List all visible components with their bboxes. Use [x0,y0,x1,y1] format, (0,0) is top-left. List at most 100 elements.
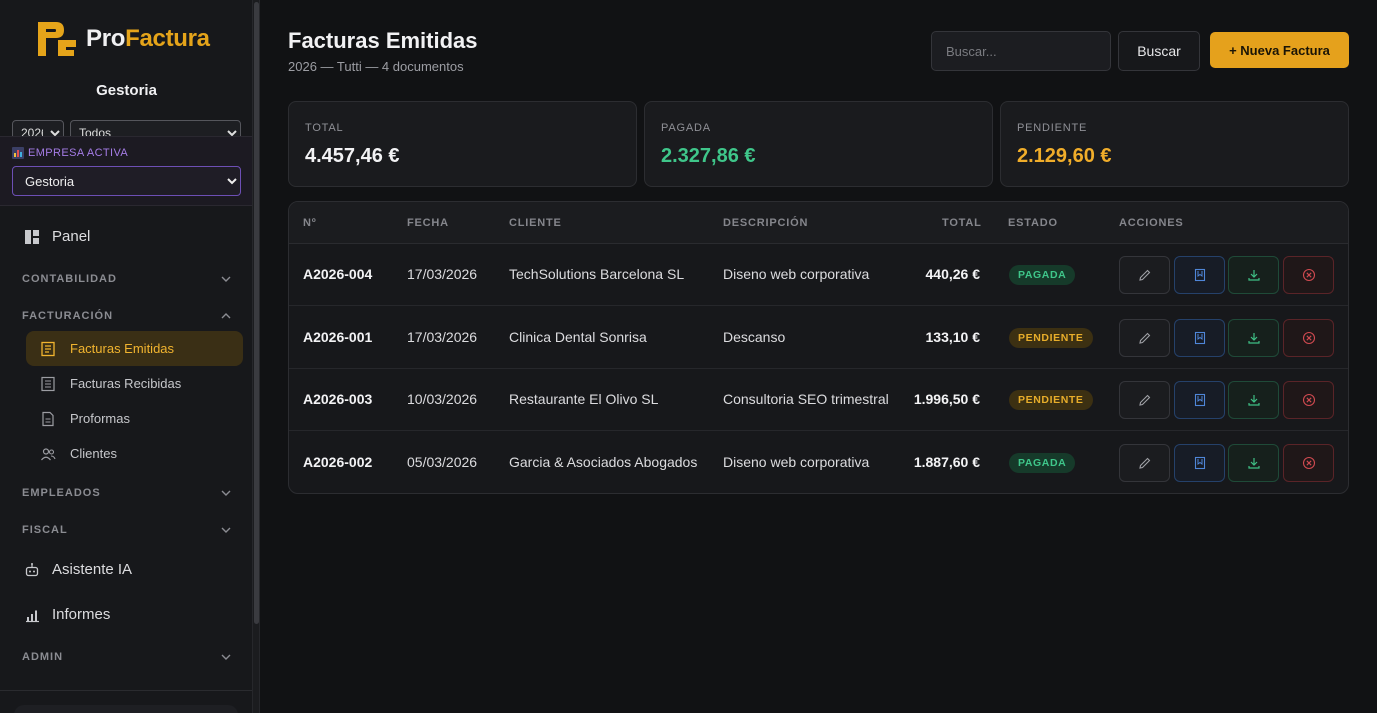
download-button[interactable] [1228,256,1279,294]
cell-total: 1.996,50 € [913,391,980,407]
delete-icon [1302,268,1315,282]
page-subtitle: 2026 — Tutti — 4 documentos [288,59,464,74]
cell-descripcion: Diseno web corporativa [723,453,870,470]
th-estado[interactable]: ESTADO [1008,217,1058,229]
chevron-down-icon [221,276,231,282]
nav-panel-label: Panel [52,228,91,245]
cell-num: A2026-002 [303,453,373,470]
cell-total: 440,26 € [925,266,981,282]
section-admin[interactable]: ADMIN [22,651,232,663]
edit-icon [1138,457,1150,469]
section-empleados[interactable]: EMPLEADOS [22,487,232,499]
delete-button[interactable] [1283,443,1334,482]
brand-name-factura: Factura [125,25,210,52]
sidebar-scrollbar[interactable] [253,0,260,713]
delete-button[interactable] [1283,318,1334,357]
table-row[interactable]: A2026-001 17/03/2026 Clinica Dental Sonris… [289,307,1348,369]
download-icon [1247,395,1260,406]
download-button[interactable] [1228,318,1279,357]
edit-button[interactable] [1119,443,1170,482]
cell-fecha: 17/03/2026 [407,266,478,282]
delete-icon [1302,393,1315,407]
status-filter-select[interactable]: Todos [70,120,241,136]
edit-icon [1138,394,1150,406]
th-descripcion[interactable]: DESCRIPCIÓN [723,217,808,229]
stat-value: 4.457,46 € [305,145,400,167]
download-icon [1247,332,1260,344]
pdf-button[interactable] [1174,256,1225,294]
status-badge: PAGADA [1009,265,1076,285]
pdf-button[interactable] [1174,381,1225,419]
company-title: Gestoria [96,82,157,99]
main-content: Facturas Emitidas 2026 — Tutti — 4 docum… [260,0,1377,713]
pdf-icon [1194,268,1205,282]
section-fiscal[interactable]: FISCAL [22,524,232,536]
cell-num: A2026-003 [303,391,373,407]
nav-asistente-ia[interactable]: Asistente IA [24,561,132,578]
table-row[interactable]: A2026-003 10/03/2026 Restaurante El Olivo … [289,369,1348,431]
cell-total: 1.887,60 € [913,453,980,470]
empresa-select[interactable]: Gestoria [12,166,241,196]
year-select[interactable]: 2026 [12,120,64,136]
stat-label: TOTAL [305,122,344,134]
pdf-button[interactable] [1174,318,1225,357]
pdf-button[interactable] [1174,443,1225,482]
cell-descripcion: Descanso [723,328,786,345]
chevron-up-icon [221,313,231,319]
brand-name-pro: Pro [86,25,126,52]
edit-button[interactable] [1119,318,1170,357]
th-num[interactable]: Nº [303,217,317,229]
table-row[interactable]: A2026-004 17/03/2026 TechSolutions Barcelo… [289,244,1348,306]
nav-informes[interactable]: Informes [24,606,110,623]
download-icon [1247,457,1260,469]
chart-icon [12,147,24,159]
download-button[interactable] [1228,443,1279,482]
proforma-icon [42,411,54,426]
delete-button[interactable] [1283,381,1334,419]
brand[interactable]: ProFactura [36,20,210,58]
empresa-activa-box: EMPRESA ACTIVA Gestoria [0,136,252,206]
edit-icon [1138,269,1150,281]
new-invoice-button[interactable]: + Nueva Factura [1210,32,1349,68]
section-facturacion[interactable]: FACTURACIÓN [22,310,232,322]
delete-button[interactable] [1283,256,1334,294]
delete-icon [1302,456,1315,469]
user-pill[interactable] [14,705,238,713]
chevron-down-icon [221,527,231,533]
sidebar-item-facturas-recibidas[interactable]: Facturas Recibidas [26,366,243,401]
logo-icon [38,22,76,56]
edit-button[interactable] [1119,381,1170,419]
app-window: ProFactura Gestoria 2026 Todos EMPRESA A… [0,0,1377,713]
sidebar-item-proformas[interactable]: Proformas [26,401,243,436]
sidebar-item-clientes[interactable]: Clientes [26,436,243,471]
received-invoice-icon [41,376,55,391]
stat-card-total: TOTAL 4.457,46 € [288,101,637,187]
sidebar-item-facturas-emitidas[interactable]: Facturas Emitidas [26,331,243,366]
status-badge: PAGADA [1009,452,1076,473]
download-icon [1247,270,1260,281]
section-contabilidad[interactable]: CONTABILIDAD [22,273,232,285]
th-cliente[interactable]: CLIENTE [509,217,562,229]
clients-icon [41,447,56,460]
pdf-icon [1194,393,1205,407]
th-acciones: ACCIONES [1119,217,1184,229]
download-button[interactable] [1228,381,1279,419]
stat-label: PENDIENTE [1017,122,1088,134]
pdf-icon [1194,456,1205,469]
search-input[interactable] [931,31,1111,71]
invoice-icon [41,341,55,356]
panel-icon [25,229,39,244]
th-total[interactable]: TOTAL [942,217,982,229]
chevron-down-icon [221,654,231,660]
cell-cliente: Clinica Dental Sonrisa [509,328,647,345]
cell-fecha: 05/03/2026 [407,453,478,470]
scrollbar-thumb[interactable] [254,2,259,624]
chevron-down-icon [221,490,231,496]
search-button[interactable]: Buscar [1118,31,1200,71]
edit-button[interactable] [1119,256,1170,294]
nav-panel[interactable]: Panel [24,228,90,245]
th-fecha[interactable]: FECHA [407,217,449,229]
table-header: Nº FECHA CLIENTE DESCRIPCIÓN TOTAL ESTAD… [289,202,1348,244]
table-row[interactable]: A2026-002 05/03/2026 Garcia & Asociados Ab… [289,432,1348,494]
invoices-table: Nº FECHA CLIENTE DESCRIPCIÓN TOTAL ESTAD… [288,201,1349,494]
